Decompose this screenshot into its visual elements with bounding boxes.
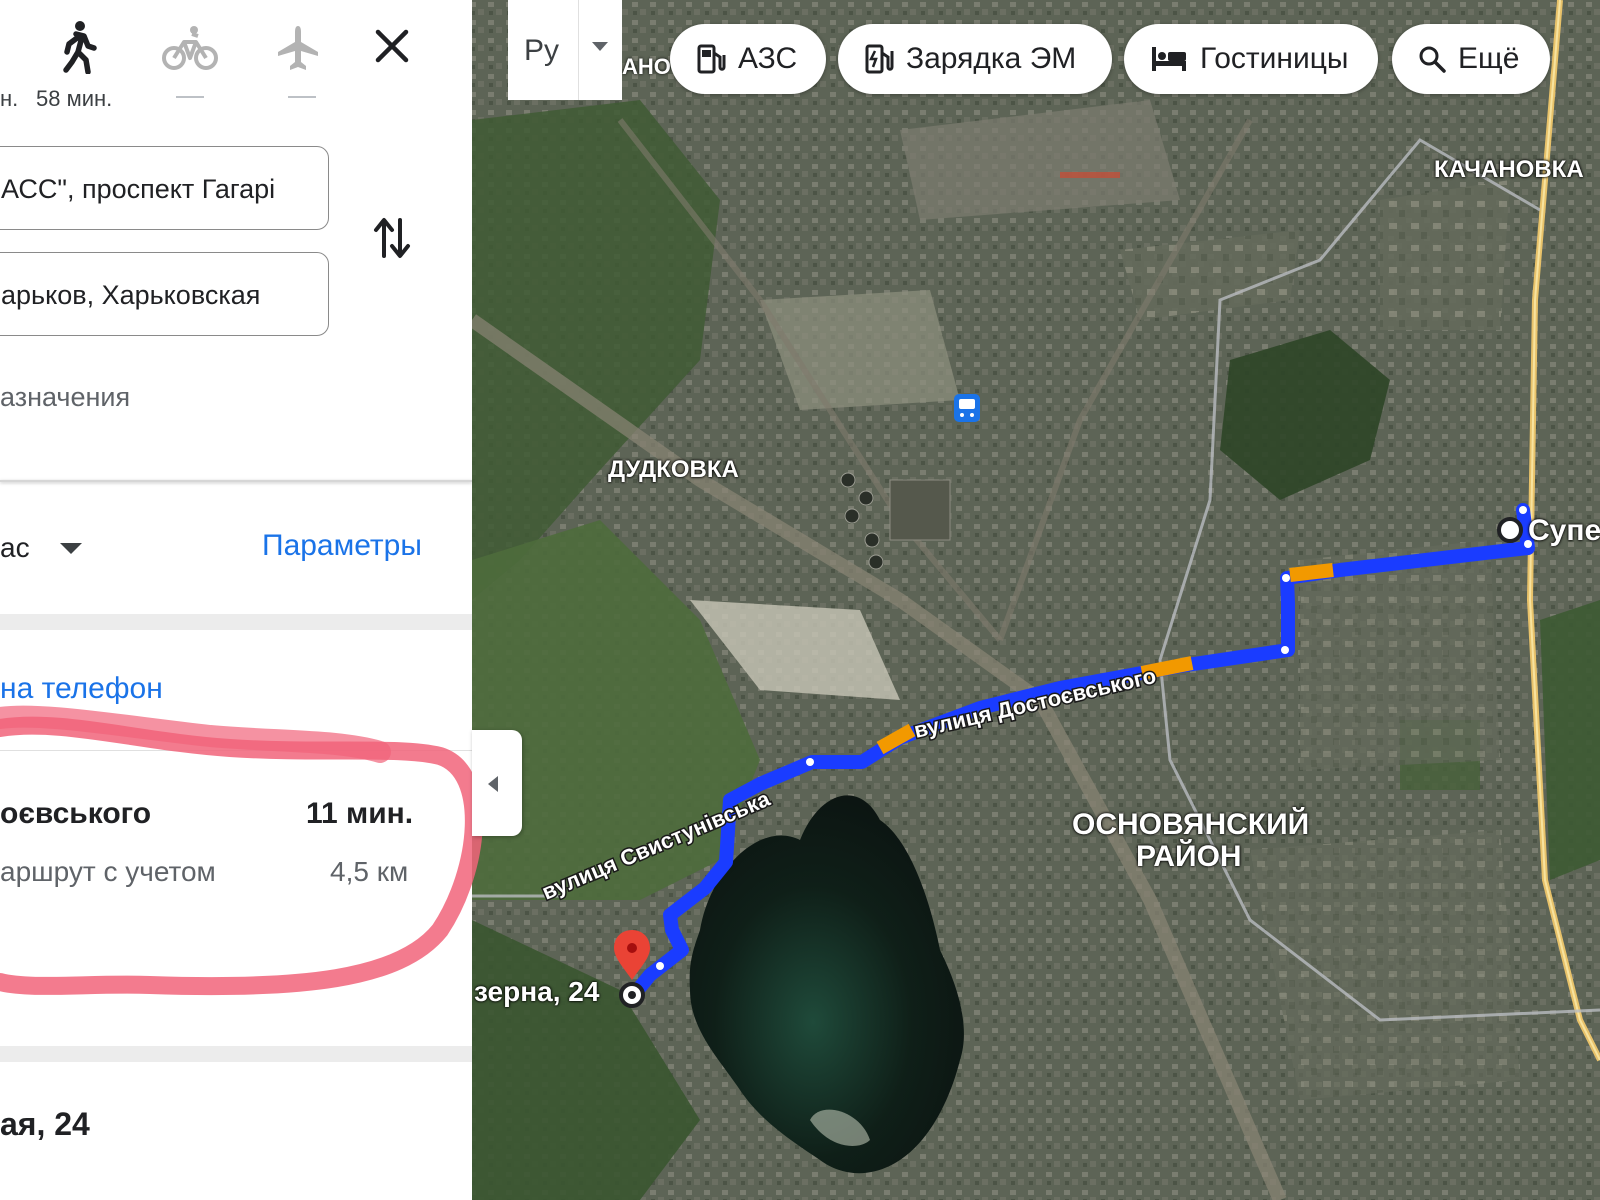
mode-drive-time: н. bbox=[0, 86, 19, 111]
map-imagery: вулиця Достоєвського вулиця Свистунівськ… bbox=[472, 0, 1600, 1200]
origin-marker bbox=[1497, 517, 1523, 543]
close-icon bbox=[375, 29, 409, 63]
airplane-icon bbox=[278, 26, 318, 70]
walk-icon bbox=[63, 21, 97, 74]
chevron-down-icon[interactable] bbox=[592, 42, 608, 51]
chip-hotels-label: Гостиницы bbox=[1200, 42, 1349, 75]
section-divider bbox=[0, 1046, 472, 1062]
section-divider bbox=[0, 614, 472, 630]
district-label-kachanovka: КАЧАНОВКА bbox=[1434, 156, 1584, 183]
district-label-rayon: РАЙОН bbox=[1136, 840, 1242, 873]
mode-walk-button[interactable] bbox=[58, 20, 98, 74]
chip-ev-charging[interactable]: Зарядка ЭМ bbox=[838, 24, 1112, 94]
route-note: аршрут с учетом bbox=[0, 856, 216, 887]
chip-ev-charging-label: Зарядка ЭМ bbox=[906, 42, 1077, 75]
collapse-panel-button[interactable] bbox=[472, 730, 522, 836]
gas-station-icon bbox=[697, 44, 726, 74]
origin-input[interactable]: АСС", проспект Гагарі bbox=[0, 146, 329, 230]
destination-input-value: арьков, Харьковская bbox=[1, 280, 261, 310]
mode-bike-button[interactable] bbox=[162, 24, 218, 72]
satellite-map[interactable]: вулиця Достоєвського вулиця Свистунівськ… bbox=[472, 0, 1600, 1200]
swap-icon bbox=[374, 218, 410, 258]
mode-flight-button[interactable] bbox=[276, 24, 320, 72]
language-label: Ру bbox=[524, 34, 560, 67]
add-destination-link[interactable]: азначения bbox=[0, 382, 130, 413]
chip-more[interactable]: Ещё bbox=[1392, 24, 1550, 94]
search-icon bbox=[1419, 46, 1446, 73]
chevron-down-icon[interactable] bbox=[60, 543, 82, 554]
swap-button[interactable] bbox=[372, 214, 412, 267]
partial-map-label: АНО bbox=[622, 54, 671, 79]
chip-more-label: Ещё bbox=[1458, 42, 1520, 75]
district-label-osnovyansky: ОСНОВЯНСКИЙ bbox=[1072, 808, 1310, 841]
language-select[interactable]: Ру bbox=[508, 0, 622, 100]
route-traffic-segment bbox=[1289, 563, 1334, 582]
route-via-label: оєвського bbox=[0, 797, 152, 830]
destination-footer: ая, 24 bbox=[0, 1106, 90, 1142]
chevron-left-icon bbox=[488, 776, 498, 792]
chip-gas-stations[interactable]: АЗС bbox=[670, 24, 826, 94]
hotel-bed-icon bbox=[1152, 47, 1186, 71]
district-label-dudkovka: ДУДКОВКА bbox=[608, 456, 739, 483]
mode-walk-time: 58 мин. bbox=[36, 86, 113, 111]
close-button[interactable] bbox=[370, 24, 414, 68]
divider bbox=[578, 0, 579, 100]
send-to-phone-link[interactable]: на телефон bbox=[0, 672, 163, 706]
bicycle-icon bbox=[162, 26, 218, 70]
route-duration: 11 мин. bbox=[306, 797, 414, 830]
destination-label[interactable]: зерна, 24 bbox=[474, 976, 599, 1008]
divider bbox=[0, 750, 472, 751]
chip-hotels[interactable]: Гостиницы bbox=[1124, 24, 1378, 94]
origin-input-value: АСС", проспект Гагарі bbox=[1, 174, 276, 204]
directions-panel: н. 58 мин. АСС", проспект Гагарі арьков,… bbox=[0, 0, 472, 1200]
chip-gas-stations-label: АЗС bbox=[738, 42, 798, 75]
options-link[interactable]: Параметры bbox=[262, 529, 422, 563]
mode-flight-time bbox=[288, 96, 316, 98]
ev-charger-icon bbox=[865, 44, 894, 74]
divider bbox=[0, 480, 472, 482]
destination-input[interactable]: арьков, Харьковская bbox=[0, 252, 329, 336]
mode-bike-time bbox=[176, 96, 204, 98]
origin-label[interactable]: Супе bbox=[1528, 514, 1600, 548]
route-distance: 4,5 км bbox=[330, 856, 409, 887]
depart-time-select[interactable]: ас bbox=[0, 532, 30, 564]
